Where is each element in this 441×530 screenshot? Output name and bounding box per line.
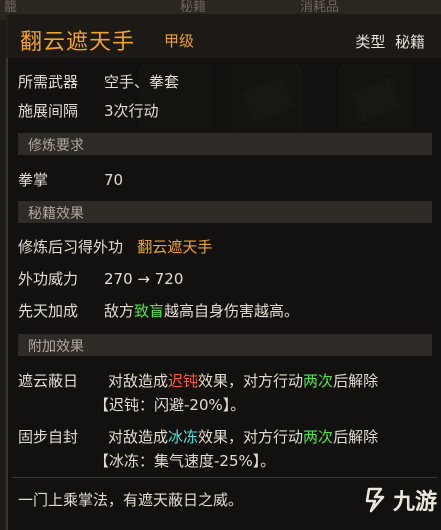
effect-status: 迟钝 xyxy=(168,372,199,390)
watermark-logo: 九游 xyxy=(361,484,437,516)
watermark-text: 九游 xyxy=(392,490,437,515)
innate-label: 先天加成 xyxy=(18,302,79,320)
section-title: 秘籍效果 xyxy=(28,206,84,222)
requirement-row: 拳掌 70 xyxy=(18,169,123,190)
item-description: 一门上乘掌法，有遮天蔽日之威。 xyxy=(18,491,244,509)
section-header-requirements: 修炼要求 xyxy=(18,133,432,155)
type-value: 秘籍 xyxy=(394,33,425,51)
learned-value: 翻云遮天手 xyxy=(137,238,213,256)
innate-post: 越高自身伤害越高。 xyxy=(164,302,300,320)
innate-row: 先天加成 敌方致盲越高自身伤害越高。 xyxy=(18,300,299,321)
section-title: 修炼要求 xyxy=(28,138,84,154)
section-title: 附加效果 xyxy=(28,339,84,355)
innate-highlight: 致盲 xyxy=(134,302,165,320)
power-value: 270 → 720 xyxy=(104,270,184,288)
power-row: 外功威力 270 → 720 xyxy=(18,268,183,289)
divider xyxy=(12,477,437,478)
effect-count: 两次 xyxy=(303,428,334,446)
learned-label: 修炼后习得外功 xyxy=(18,238,124,256)
item-title: 翻云遮天手 xyxy=(20,30,136,55)
section-header-extra: 附加效果 xyxy=(18,334,432,356)
info-label: 施展间隔 xyxy=(18,102,79,120)
info-row-interval: 施展间隔 3次行动 xyxy=(18,100,159,121)
effect-label: 遮云蔽日 xyxy=(18,372,79,390)
innate-pre: 敌方 xyxy=(104,302,135,320)
requirement-value: 70 xyxy=(104,171,124,189)
effect-text: 对敌造成 xyxy=(108,372,169,390)
effect-label: 固步自封 xyxy=(18,428,79,446)
effect-text: 后解除 xyxy=(333,428,379,446)
info-value: 3次行动 xyxy=(104,102,159,120)
section-header-effects: 秘籍效果 xyxy=(18,201,432,223)
learned-row: 修炼后习得外功 翻云遮天手 xyxy=(18,236,212,257)
info-label: 所需武器 xyxy=(18,73,79,91)
effect-count: 两次 xyxy=(303,372,334,390)
effect-text: 效果，对方行动 xyxy=(198,428,304,446)
effect-text: 后解除 xyxy=(333,372,379,390)
item-type: 类型 秘籍 xyxy=(355,31,425,52)
effect-line1: 对敌造成冰冻效果，对方行动两次后解除 xyxy=(108,426,378,447)
type-label: 类型 xyxy=(355,33,386,51)
jiuyou-logo-icon xyxy=(365,487,385,513)
info-value: 空手、拳套 xyxy=(104,73,180,91)
effect-line2: 【迟钝：闪避-20%】。 xyxy=(94,396,246,414)
effect-line2: 【冰冻：集气速度-25%】。 xyxy=(94,452,276,470)
effect-text: 对敌造成 xyxy=(108,428,169,446)
effect-text: 效果，对方行动 xyxy=(198,372,304,390)
item-grade: 甲级 xyxy=(164,32,195,50)
info-row-weapon: 所需武器 空手、拳套 xyxy=(18,71,179,92)
power-label: 外功威力 xyxy=(18,270,79,288)
effect-line1: 对敌造成迟钝效果，对方行动两次后解除 xyxy=(108,370,378,391)
requirement-label: 拳掌 xyxy=(18,171,49,189)
effect-status: 冰冻 xyxy=(168,428,199,446)
